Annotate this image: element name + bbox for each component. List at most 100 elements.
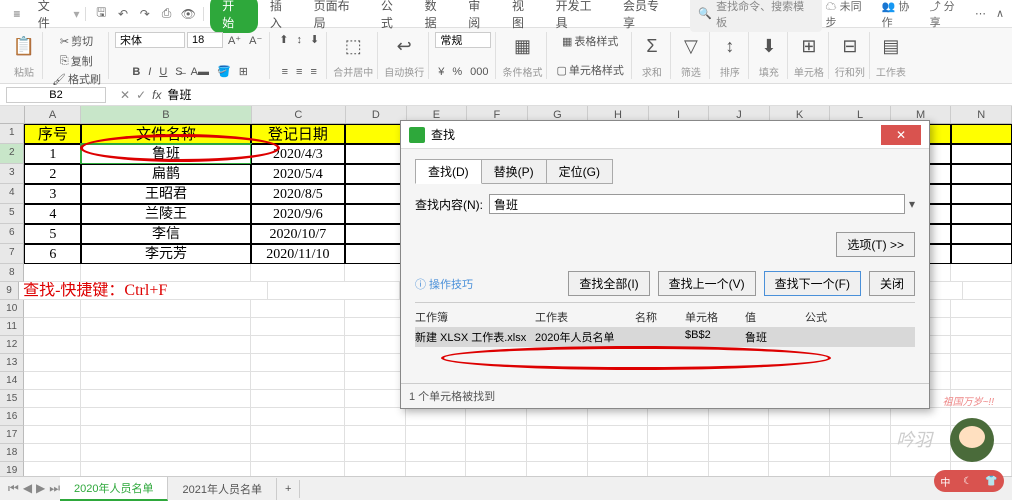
cell[interactable] bbox=[951, 372, 1012, 390]
sort-icon[interactable]: ↕ bbox=[716, 32, 744, 60]
row-header[interactable]: 4 bbox=[0, 184, 24, 204]
cell[interactable] bbox=[345, 390, 406, 408]
cell[interactable] bbox=[951, 164, 1012, 184]
app-menu-icon[interactable]: ≡ bbox=[8, 5, 26, 23]
wrap-icon[interactable]: ↩ bbox=[390, 32, 418, 60]
col-header-D[interactable]: D bbox=[346, 106, 407, 123]
cell-style-button[interactable]: ▢ 单元格样式 bbox=[553, 61, 626, 79]
cell[interactable]: 登记日期 bbox=[251, 124, 345, 144]
cell[interactable] bbox=[24, 264, 81, 282]
col-header-N[interactable]: N bbox=[951, 106, 1012, 123]
cell[interactable] bbox=[466, 408, 527, 426]
cell[interactable] bbox=[527, 426, 588, 444]
cell[interactable] bbox=[769, 408, 830, 426]
cell[interactable] bbox=[951, 224, 1012, 244]
cell[interactable] bbox=[709, 444, 770, 462]
sheet-nav-next-icon[interactable]: ▶ bbox=[36, 481, 45, 496]
cell[interactable] bbox=[709, 408, 770, 426]
row-header[interactable]: 1 bbox=[0, 124, 24, 144]
cell[interactable]: 李元芳 bbox=[81, 244, 250, 264]
cell[interactable] bbox=[24, 300, 81, 318]
row-header[interactable]: 13 bbox=[0, 354, 24, 372]
table-style-button[interactable]: ▦ 表格样式 bbox=[559, 32, 621, 50]
tab-replace[interactable]: 替换(P) bbox=[481, 159, 547, 184]
font-family-select[interactable] bbox=[115, 32, 185, 48]
row-header[interactable]: 15 bbox=[0, 390, 24, 408]
cell[interactable] bbox=[951, 336, 1012, 354]
menu-view[interactable]: 视图 bbox=[504, 0, 544, 33]
align-left-icon[interactable]: ≡ bbox=[279, 65, 291, 79]
cell[interactable] bbox=[251, 408, 345, 426]
cell[interactable] bbox=[268, 282, 401, 300]
row-header[interactable]: 18 bbox=[0, 444, 24, 462]
more-icon[interactable]: ⋯ bbox=[975, 7, 986, 20]
cond-format-icon[interactable]: ▦ bbox=[508, 32, 536, 60]
menu-formula[interactable]: 公式 bbox=[373, 0, 413, 33]
cell[interactable]: 2020/5/4 bbox=[251, 164, 345, 184]
tab-goto[interactable]: 定位(G) bbox=[546, 159, 613, 184]
cell[interactable] bbox=[24, 444, 81, 462]
sheet-nav-last-icon[interactable]: ⏭ bbox=[49, 481, 60, 496]
cell[interactable] bbox=[251, 390, 345, 408]
menu-start[interactable]: 开始 bbox=[210, 0, 258, 33]
cell[interactable] bbox=[251, 426, 345, 444]
sheet-icon[interactable]: ▤ bbox=[877, 32, 905, 60]
rowcol-icon[interactable]: ⊟ bbox=[836, 32, 864, 60]
preview-icon[interactable]: 👁 bbox=[179, 5, 197, 23]
cell[interactable] bbox=[345, 184, 406, 204]
cell[interactable] bbox=[951, 124, 1012, 144]
cell[interactable]: 扁鹊 bbox=[81, 164, 250, 184]
cut-button[interactable]: ✂ 剪切 bbox=[57, 32, 96, 50]
cell[interactable] bbox=[24, 336, 81, 354]
cell[interactable] bbox=[345, 300, 406, 318]
cell[interactable] bbox=[588, 408, 649, 426]
cell[interactable] bbox=[24, 408, 81, 426]
command-search[interactable]: 🔍 查找命令、搜索模板 bbox=[690, 0, 821, 32]
row-header[interactable]: 8 bbox=[0, 264, 24, 282]
format-painter[interactable]: 🖌 格式刷 bbox=[49, 70, 104, 88]
cell[interactable] bbox=[951, 184, 1012, 204]
redo-icon[interactable]: ↷ bbox=[136, 5, 154, 23]
cell[interactable]: 李信 bbox=[81, 224, 250, 244]
cell[interactable] bbox=[251, 354, 345, 372]
cell[interactable]: 2020/11/10 bbox=[251, 244, 345, 264]
cell[interactable]: 王昭君 bbox=[81, 184, 250, 204]
cell[interactable] bbox=[769, 444, 830, 462]
cell[interactable] bbox=[769, 426, 830, 444]
cell[interactable]: 2020/8/5 bbox=[251, 184, 345, 204]
cell[interactable] bbox=[24, 318, 81, 336]
font-color-button[interactable]: A▬ bbox=[188, 64, 212, 79]
cell[interactable] bbox=[951, 144, 1012, 164]
name-box[interactable] bbox=[6, 87, 106, 103]
cell[interactable] bbox=[345, 336, 406, 354]
cell[interactable]: 文件名称 bbox=[81, 124, 250, 144]
cell[interactable] bbox=[951, 204, 1012, 224]
col-header-A[interactable]: A bbox=[25, 106, 82, 123]
align-right-icon[interactable]: ≡ bbox=[307, 65, 319, 79]
row-header[interactable]: 17 bbox=[0, 426, 24, 444]
sheet-nav-prev-icon[interactable]: ◀ bbox=[23, 481, 32, 496]
coop-button[interactable]: 👥 协作 bbox=[882, 0, 920, 30]
cell[interactable] bbox=[527, 444, 588, 462]
cell[interactable] bbox=[81, 336, 250, 354]
row-header[interactable]: 10 bbox=[0, 300, 24, 318]
cell[interactable]: 兰陵王 bbox=[81, 204, 250, 224]
cell[interactable] bbox=[345, 354, 406, 372]
number-format-select[interactable] bbox=[435, 32, 491, 48]
cell[interactable] bbox=[251, 372, 345, 390]
align-mid-icon[interactable]: ↕ bbox=[294, 32, 306, 47]
cancel-formula-icon[interactable]: ✕ bbox=[120, 88, 130, 102]
fill-color-button[interactable]: 🪣 bbox=[214, 64, 234, 79]
cell[interactable] bbox=[251, 300, 345, 318]
cell[interactable] bbox=[251, 444, 345, 462]
cell[interactable] bbox=[648, 408, 709, 426]
collapse-ribbon-icon[interactable]: ∧ bbox=[996, 7, 1004, 20]
font-size-select[interactable] bbox=[187, 32, 223, 48]
cell[interactable] bbox=[648, 444, 709, 462]
cell[interactable] bbox=[345, 244, 406, 264]
sync-status[interactable]: ☁ 未同步 bbox=[826, 0, 872, 30]
cell[interactable] bbox=[251, 336, 345, 354]
filter-icon[interactable]: ▽ bbox=[677, 32, 705, 60]
add-sheet-button[interactable]: + bbox=[277, 480, 300, 498]
cell[interactable] bbox=[345, 124, 406, 144]
